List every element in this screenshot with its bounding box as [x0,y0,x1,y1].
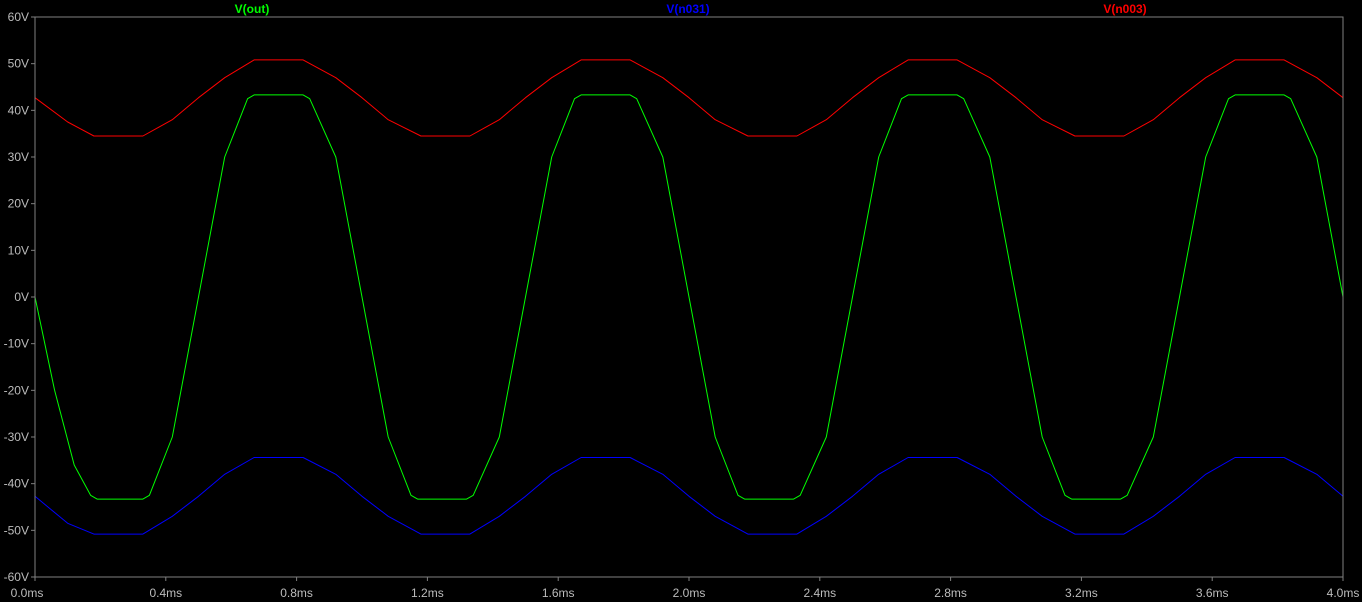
y-axis: 60V 50V 40V 30V 20V 10V 0V -10V -20V -30V -40V -50V… [4,10,35,584]
y-tick-label: -40V [4,477,29,491]
y-tick-label: 0V [14,290,29,304]
x-tick-label: 3.6ms [1196,586,1229,600]
y-tick-label: 50V [8,57,29,71]
x-tick-label: 3.2ms [1065,586,1098,600]
x-tick-label: 1.2ms [411,586,444,600]
x-tick-label: 0.8ms [280,586,313,600]
series-line-vn003[interactable] [34,59,1344,137]
x-tick-label: 0.4ms [149,586,182,600]
y-tick-label: -50V [4,523,29,537]
x-tick-label: 2.4ms [803,586,836,600]
series-line-vn031[interactable] [34,457,1344,535]
y-tick-label: 10V [8,243,29,257]
x-tick-label: 4.0ms [1327,586,1360,600]
legend-entry-vout[interactable]: V(out) [235,2,270,16]
waveform-plot[interactable]: V(out) V(n031) V(n003) 0.0ms 0.4ms 0.8ms 1.2m… [0,0,1362,602]
y-tick-label: -30V [4,430,29,444]
x-tick-label: 0.0ms [11,586,44,600]
y-tick-label: 60V [8,10,29,24]
legend: V(out) V(n031) V(n003) [235,2,1147,16]
y-tick-label: -20V [4,383,29,397]
legend-entry-vn031[interactable]: V(n031) [666,2,709,16]
x-axis: 0.0ms 0.4ms 0.8ms 1.2ms 1.6ms 2.0ms 2.4ms 2.8ms… [11,577,1360,600]
y-tick-label: -10V [4,337,29,351]
y-tick-label: -60V [4,570,29,584]
series-layer [34,59,1344,535]
x-tick-label: 1.6ms [542,586,575,600]
legend-entry-vn003[interactable]: V(n003) [1103,2,1146,16]
x-tick-label: 2.0ms [673,586,706,600]
y-tick-label: 20V [8,197,29,211]
y-tick-label: 30V [8,150,29,164]
series-line-vout[interactable] [34,94,1344,500]
x-tick-label: 2.8ms [934,586,967,600]
y-tick-label: 40V [8,103,29,117]
